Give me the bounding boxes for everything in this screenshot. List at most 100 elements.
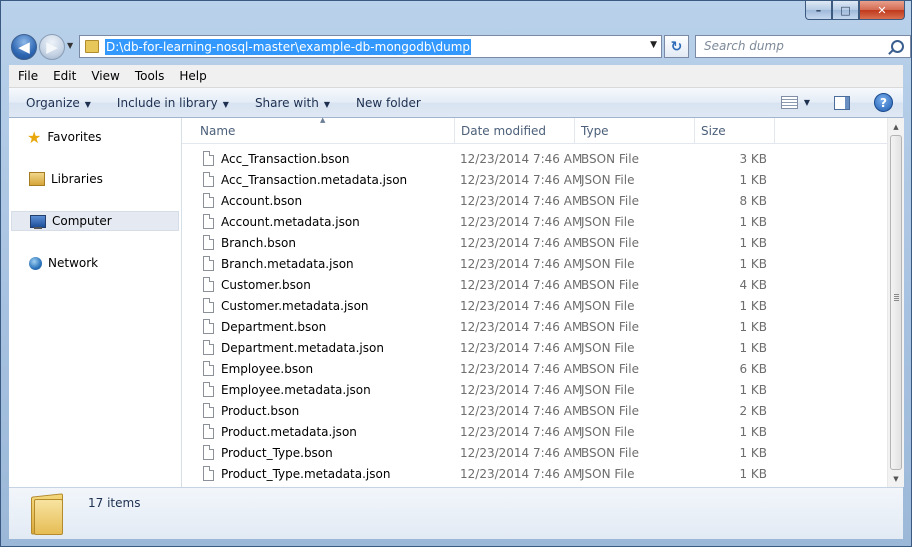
column-divider[interactable] <box>774 118 775 143</box>
file-row[interactable]: Account.bson 12/23/2014 7:46 AM BSON File 8… <box>182 191 887 212</box>
file-type: BSON File <box>581 278 639 292</box>
file-type: BSON File <box>581 362 639 376</box>
include-in-library-button[interactable]: Include in library ▼ <box>117 96 229 110</box>
file-name: Employee.metadata.json <box>221 383 371 397</box>
help-icon[interactable]: ? <box>874 93 893 112</box>
caption-buttons: – □ ✕ <box>805 1 905 20</box>
menu-bar: File Edit View Tools Help <box>9 65 903 88</box>
file-size: 1 KB <box>739 320 767 334</box>
file-row[interactable]: Product_Type.bson 12/23/2014 7:46 AM BSON … <box>182 443 887 464</box>
file-size: 1 KB <box>739 467 767 481</box>
file-icon <box>203 445 214 460</box>
maximize-button[interactable]: □ <box>832 1 859 20</box>
file-row[interactable]: Branch.bson 12/23/2014 7:46 AM BSON File 1 … <box>182 233 887 254</box>
address-history-dropdown-icon[interactable]: ▼ <box>650 40 657 50</box>
file-row[interactable]: Branch.metadata.json 12/23/2014 7:46 AM JS… <box>182 254 887 275</box>
sidebar-item-favorites[interactable]: ★ Favorites <box>11 127 179 147</box>
column-divider[interactable] <box>454 118 455 143</box>
sidebar-item-computer[interactable]: Computer <box>11 211 179 231</box>
file-row[interactable]: Employee.bson 12/23/2014 7:46 AM BSON File… <box>182 359 887 380</box>
close-button[interactable]: ✕ <box>859 1 905 20</box>
file-type: BSON File <box>581 152 639 166</box>
sidebar-item-libraries[interactable]: Libraries <box>11 169 179 189</box>
file-icon <box>203 151 214 166</box>
file-icon <box>203 466 214 481</box>
file-icon <box>203 172 214 187</box>
file-date-modified: 12/23/2014 7:46 AM <box>460 299 583 313</box>
column-header-size[interactable]: Size <box>701 124 726 138</box>
menu-file[interactable]: File <box>9 69 44 83</box>
file-row[interactable]: Product.metadata.json 12/23/2014 7:46 AM J… <box>182 422 887 443</box>
scroll-down-icon[interactable]: ▼ <box>888 470 904 487</box>
file-size: 1 KB <box>739 383 767 397</box>
file-date-modified: 12/23/2014 7:46 AM <box>460 320 583 334</box>
chevron-down-icon: ▼ <box>84 99 91 109</box>
preview-pane-icon[interactable] <box>834 95 850 110</box>
file-size: 6 KB <box>739 362 767 376</box>
file-row[interactable]: Account.metadata.json 12/23/2014 7:46 AM J… <box>182 212 887 233</box>
organize-label: Organize <box>26 95 80 110</box>
file-icon <box>203 277 214 292</box>
column-header-type[interactable]: Type <box>581 124 609 138</box>
menu-tools[interactable]: Tools <box>126 69 171 83</box>
change-view-icon[interactable] <box>780 96 798 109</box>
network-icon <box>29 256 42 270</box>
file-row[interactable]: Customer.metadata.json 12/23/2014 7:46 AM… <box>182 296 887 317</box>
details-pane: 17 items <box>9 487 903 539</box>
file-date-modified: 12/23/2014 7:46 AM <box>460 446 583 460</box>
file-size: 1 KB <box>739 341 767 355</box>
file-size: 4 KB <box>739 278 767 292</box>
file-size: 1 KB <box>739 215 767 229</box>
file-icon <box>203 298 214 313</box>
column-header-name[interactable]: Name <box>200 124 235 138</box>
file-row[interactable]: Acc_Transaction.metadata.json 12/23/2014 … <box>182 170 887 191</box>
menu-view[interactable]: View <box>82 69 125 83</box>
forward-button[interactable]: ▶ <box>39 34 65 60</box>
file-row[interactable]: Product_Type.metadata.json 12/23/2014 7:4… <box>182 464 887 485</box>
organize-button[interactable]: Organize ▼ <box>26 96 91 110</box>
vertical-scrollbar[interactable]: ▲ ▼ <box>887 118 904 487</box>
file-row[interactable]: Department.metadata.json 12/23/2014 7:46 … <box>182 338 887 359</box>
file-size: 3 KB <box>739 152 767 166</box>
file-name: Department.bson <box>221 320 327 334</box>
address-bar[interactable]: D:\db-for-learning-nosql-master\example-… <box>79 35 662 58</box>
search-icon[interactable] <box>891 40 904 53</box>
menu-help[interactable]: Help <box>170 69 212 83</box>
column-divider[interactable] <box>574 118 575 143</box>
favorites-star-icon: ★ <box>27 127 42 147</box>
libraries-icon <box>29 172 45 186</box>
file-type: BSON File <box>581 236 639 250</box>
address-path[interactable]: D:\db-for-learning-nosql-master\example-… <box>105 38 472 55</box>
new-folder-button[interactable]: New folder <box>356 96 421 110</box>
file-date-modified: 12/23/2014 7:46 AM <box>460 257 583 271</box>
menu-edit[interactable]: Edit <box>44 69 82 83</box>
file-row[interactable]: Customer.bson 12/23/2014 7:46 AM BSON File… <box>182 275 887 296</box>
file-row[interactable]: Department.bson 12/23/2014 7:46 AM BSON Fi… <box>182 317 887 338</box>
minimize-button[interactable]: – <box>805 1 832 20</box>
sidebar-item-label: Favorites <box>47 130 102 144</box>
file-row[interactable]: Product.bson 12/23/2014 7:46 AM BSON File 2… <box>182 401 887 422</box>
file-type: JSON File <box>581 299 635 313</box>
back-button[interactable]: ◀ <box>11 34 37 60</box>
column-header-date-modified[interactable]: Date modified <box>461 124 546 138</box>
sidebar-item-network[interactable]: Network <box>11 253 179 273</box>
file-size: 1 KB <box>739 299 767 313</box>
recent-pages-dropdown-icon[interactable]: ▼ <box>67 41 73 50</box>
file-list: ▲ Name Date modified Type Size Acc_Trans… <box>182 116 887 487</box>
view-options-dropdown-icon[interactable]: ▼ <box>804 98 810 107</box>
refresh-button[interactable]: ↻ <box>664 35 689 58</box>
scroll-up-icon[interactable]: ▲ <box>888 118 904 135</box>
scrollbar-thumb[interactable] <box>890 135 902 470</box>
file-row[interactable]: Acc_Transaction.bson 12/23/2014 7:46 AM BS… <box>182 149 887 170</box>
column-divider[interactable] <box>694 118 695 143</box>
file-row[interactable]: Employee.metadata.json 12/23/2014 7:46 AM… <box>182 380 887 401</box>
share-with-button[interactable]: Share with ▼ <box>255 96 330 110</box>
search-input[interactable]: Search dump <box>695 35 911 58</box>
file-icon <box>203 382 214 397</box>
file-type: JSON File <box>581 173 635 187</box>
file-type: BSON File <box>581 320 639 334</box>
file-icon <box>203 424 214 439</box>
file-size: 1 KB <box>739 425 767 439</box>
file-size: 1 KB <box>739 236 767 250</box>
file-date-modified: 12/23/2014 7:46 AM <box>460 215 583 229</box>
